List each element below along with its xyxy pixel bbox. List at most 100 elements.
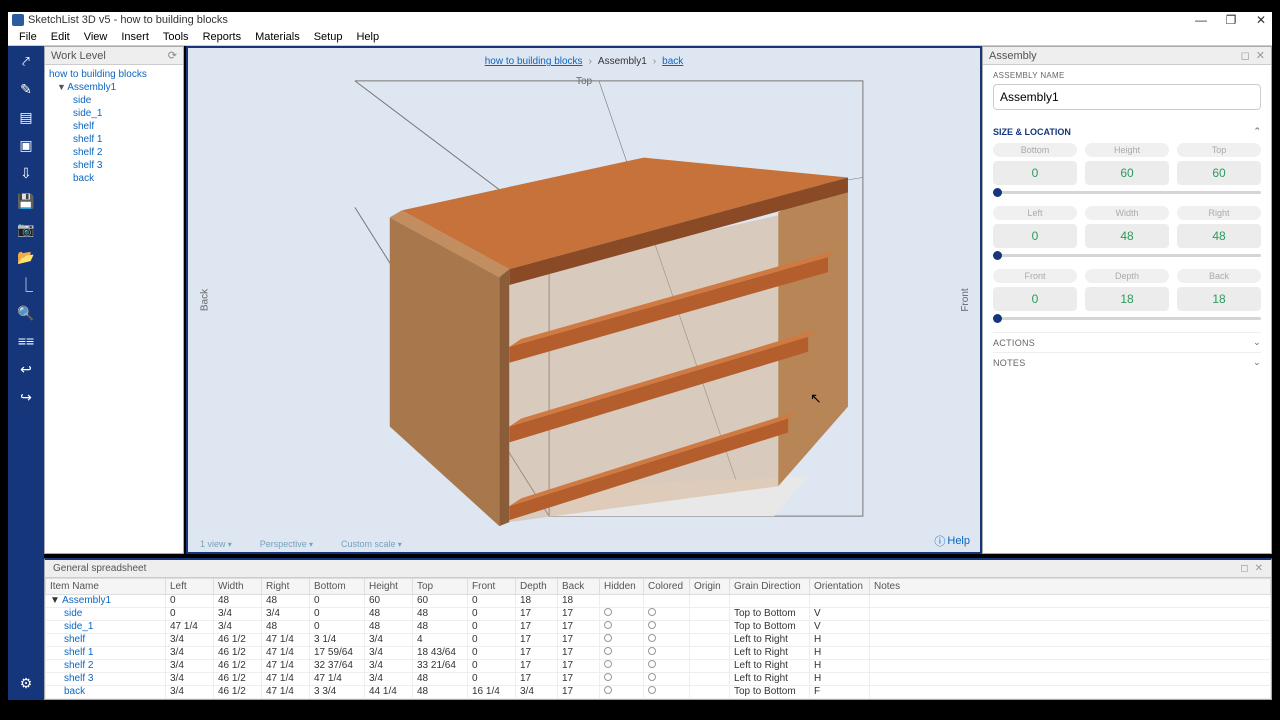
help-link[interactable]: ⓘ Help: [934, 533, 970, 549]
menu-materials[interactable]: Materials: [248, 29, 307, 45]
dim-label: Back: [1177, 269, 1261, 283]
table-row[interactable]: ▼ Assembly1048480606001818: [46, 595, 1271, 608]
spreadsheet-title: General spreadsheet: [53, 563, 146, 574]
align-icon[interactable]: ≡≡: [17, 332, 35, 350]
column-header[interactable]: Height: [365, 579, 413, 595]
column-header[interactable]: Colored: [644, 579, 690, 595]
viewport-3d[interactable]: how to building blocks›Assembly1›back To…: [186, 46, 982, 554]
dim-value[interactable]: 48: [1177, 224, 1261, 248]
tree-item[interactable]: shelf 1: [47, 133, 181, 146]
column-header[interactable]: Left: [166, 579, 214, 595]
menu-tools[interactable]: Tools: [156, 29, 196, 45]
open-icon[interactable]: 📂: [17, 248, 35, 266]
column-header[interactable]: Front: [468, 579, 516, 595]
work-level-panel: Work Level ⟳ how to building blocks▼ Ass…: [44, 46, 184, 554]
tree-item[interactable]: shelf 2: [47, 146, 181, 159]
menu-help[interactable]: Help: [349, 29, 386, 45]
tree-item[interactable]: side: [47, 94, 181, 107]
column-header[interactable]: Item Name: [46, 579, 166, 595]
work-level-title: Work Level: [51, 50, 106, 62]
table-row[interactable]: back3/446 1/247 1/43 3/444 1/44816 1/43/…: [46, 686, 1271, 699]
table-row[interactable]: side03/43/40484801717Top to BottomV: [46, 608, 1271, 621]
menu-edit[interactable]: Edit: [44, 29, 77, 45]
dim-value[interactable]: 0: [993, 161, 1077, 185]
dimension-slider[interactable]: [993, 317, 1261, 320]
view-status-item[interactable]: Custom scale: [341, 539, 402, 549]
column-header[interactable]: Depth: [516, 579, 558, 595]
chevron-up-icon: ⌃: [1253, 126, 1261, 137]
undo-icon[interactable]: ↩: [17, 360, 35, 378]
column-header[interactable]: Orientation: [810, 579, 870, 595]
dim-value[interactable]: 0: [993, 224, 1077, 248]
minimize-button[interactable]: —: [1194, 13, 1208, 27]
dim-value[interactable]: 60: [1177, 161, 1261, 185]
refresh-icon[interactable]: ⟳: [168, 49, 177, 62]
tree-item[interactable]: ▼ Assembly1: [47, 81, 181, 94]
app-icon: [12, 14, 24, 26]
size-location-section[interactable]: SIZE & LOCATION ⌃: [993, 126, 1261, 137]
spreadsheet-panel: General spreadsheet ◻ ✕ Item NameLeftWid…: [44, 558, 1272, 700]
column-header[interactable]: Origin: [690, 579, 730, 595]
view-status-item[interactable]: Perspective: [260, 539, 313, 549]
dimension-slider[interactable]: [993, 191, 1261, 194]
tree-item[interactable]: how to building blocks: [47, 68, 181, 81]
close-panel-icon[interactable]: ✕: [1255, 563, 1263, 574]
dim-value[interactable]: 48: [1085, 224, 1169, 248]
dim-label: Top: [1177, 143, 1261, 157]
pencil-icon[interactable]: ✎: [17, 80, 35, 98]
column-header[interactable]: Grain Direction: [730, 579, 810, 595]
doc-icon[interactable]: ▤: [17, 108, 35, 126]
dim-value[interactable]: 0: [993, 287, 1077, 311]
save-icon[interactable]: ▣: [17, 136, 35, 154]
notes-section[interactable]: NOTES ⌄: [993, 352, 1261, 372]
tree-item[interactable]: side_1: [47, 107, 181, 120]
actions-section[interactable]: ACTIONS ⌄: [993, 332, 1261, 352]
tree-item[interactable]: back: [47, 172, 181, 185]
table-row[interactable]: shelf 23/446 1/247 1/432 37/643/433 21/6…: [46, 660, 1271, 673]
assembly-name-input[interactable]: [993, 84, 1261, 110]
column-header[interactable]: Bottom: [310, 579, 365, 595]
gear-icon[interactable]: ⚙: [17, 674, 35, 692]
column-header[interactable]: Back: [558, 579, 600, 595]
actions-label: ACTIONS: [993, 338, 1035, 348]
column-header[interactable]: Top: [413, 579, 468, 595]
close-button[interactable]: ✕: [1254, 13, 1268, 27]
import-icon[interactable]: ⇩: [17, 164, 35, 182]
close-panel-icon[interactable]: ✕: [1256, 49, 1265, 62]
popout-icon[interactable]: ◻: [1240, 563, 1248, 574]
table-row[interactable]: shelf 13/446 1/247 1/417 59/643/418 43/6…: [46, 647, 1271, 660]
window-title: SketchList 3D v5 - how to building block…: [28, 14, 228, 26]
maximize-button[interactable]: ❐: [1224, 13, 1238, 27]
inspector-panel: Assembly ◻ ✕ ASSEMBLY NAME SIZE & LOCATI…: [982, 46, 1272, 554]
dim-label: Right: [1177, 206, 1261, 220]
column-header[interactable]: Notes: [870, 579, 1271, 595]
table-row[interactable]: side_147 1/43/4480484801717Top to Bottom…: [46, 621, 1271, 634]
camera-icon[interactable]: 📷: [17, 220, 35, 238]
menu-view[interactable]: View: [77, 29, 115, 45]
menubar: FileEditViewInsertToolsReportsMaterialsS…: [8, 28, 1272, 46]
angle-l-icon[interactable]: ⎿: [17, 276, 35, 294]
dim-value[interactable]: 60: [1085, 161, 1169, 185]
menu-insert[interactable]: Insert: [114, 29, 156, 45]
menu-file[interactable]: File: [12, 29, 44, 45]
dim-value[interactable]: 18: [1085, 287, 1169, 311]
dim-value[interactable]: 18: [1177, 287, 1261, 311]
table-row[interactable]: shelf 33/446 1/247 1/447 1/43/44801717Le…: [46, 673, 1271, 686]
view-status-item[interactable]: 1 view: [200, 539, 232, 549]
menu-reports[interactable]: Reports: [196, 29, 249, 45]
column-header[interactable]: Hidden: [600, 579, 644, 595]
column-header[interactable]: Right: [262, 579, 310, 595]
menu-setup[interactable]: Setup: [307, 29, 350, 45]
tree-item[interactable]: shelf: [47, 120, 181, 133]
popout-icon[interactable]: ◻: [1241, 49, 1250, 62]
spreadsheet-table[interactable]: Item NameLeftWidthRightBottomHeightTopFr…: [45, 578, 1271, 699]
zoom-icon[interactable]: 🔍: [17, 304, 35, 322]
column-header[interactable]: Width: [214, 579, 262, 595]
table-row[interactable]: shelf3/446 1/247 1/43 1/43/4401717Left t…: [46, 634, 1271, 647]
tree-item[interactable]: shelf 3: [47, 159, 181, 172]
redo-icon[interactable]: ↪: [17, 388, 35, 406]
share-icon[interactable]: ⤤: [17, 52, 35, 70]
dimension-slider[interactable]: [993, 254, 1261, 257]
floppy-icon[interactable]: 💾: [17, 192, 35, 210]
view-status: 1 view Perspective Custom scale: [200, 539, 402, 549]
